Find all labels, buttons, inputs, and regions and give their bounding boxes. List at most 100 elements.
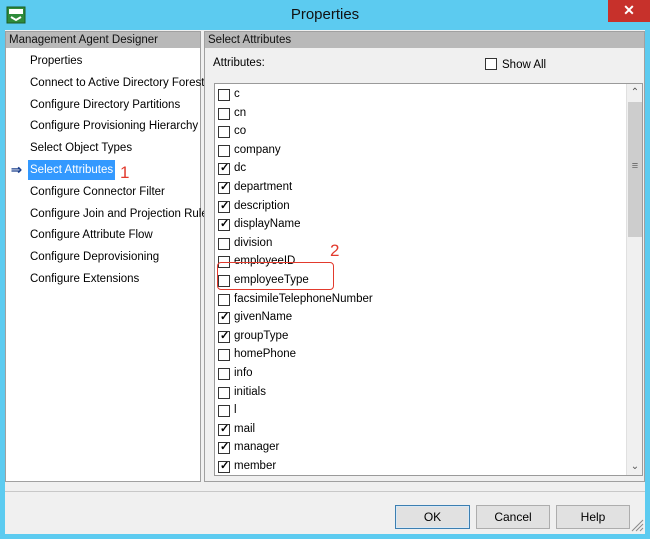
nav-item[interactable]: Configure Extensions: [6, 269, 200, 289]
nav-item-label: Configure Extensions: [30, 273, 140, 285]
ok-button[interactable]: OK: [395, 505, 470, 529]
attribute-name: info: [234, 367, 253, 379]
attribute-name: member: [234, 460, 277, 472]
current-step-arrow-icon: ⇒: [11, 162, 22, 177]
show-all-check-box[interactable]: ✓: [485, 58, 497, 70]
resize-grip-icon[interactable]: [630, 518, 644, 532]
nav-item[interactable]: Select Object Types: [6, 138, 200, 158]
nav-item-label: Select Attributes: [28, 160, 116, 180]
attribute-checkbox[interactable]: ✓: [218, 144, 230, 157]
nav-item[interactable]: Connect to Active Directory Forest: [6, 73, 204, 93]
attribute-checkbox[interactable]: ✓: [218, 349, 230, 362]
attributes-list[interactable]: ✓c✓cn✓co✓company✓dc✓department✓descripti…: [214, 83, 643, 476]
attribute-row[interactable]: ✓ groupType: [215, 328, 625, 347]
attribute-row[interactable]: ✓ description: [215, 198, 625, 217]
cancel-button[interactable]: Cancel: [476, 505, 550, 529]
scroll-down-icon[interactable]: ⌄: [627, 458, 642, 475]
attribute-row[interactable]: ✓c: [215, 86, 625, 105]
attribute-name: description: [234, 199, 290, 212]
attribute-checkbox[interactable]: ✓: [218, 293, 230, 306]
attribute-checkbox[interactable]: ✓: [218, 200, 230, 213]
window-title: Properties: [290, 6, 360, 23]
select-attributes-panel: Select Attributes Attributes: ✓ Show All…: [204, 31, 645, 482]
nav-item-label: Connect to Active Directory Forest: [30, 76, 205, 89]
attribute-row[interactable]: ✓ company: [215, 142, 625, 161]
attribute-row[interactable]: ✓ member: [215, 458, 625, 475]
attribute-row[interactable]: ✓ dc: [215, 160, 625, 179]
attribute-name: co: [234, 125, 247, 138]
attribute-row[interactable]: ✓ givenName: [215, 309, 625, 328]
attribute-name: department: [234, 181, 293, 193]
navigation-header: Management Agent Designer: [6, 32, 200, 48]
attribute-checkbox[interactable]: ✓: [218, 107, 230, 120]
nav-item[interactable]: ⇒ Select Attributes: [6, 160, 200, 180]
attribute-row[interactable]: ✓ initials: [215, 384, 625, 403]
select-attributes-header: Select Attributes: [205, 32, 644, 48]
attribute-checkbox[interactable]: ✓: [218, 441, 230, 455]
title-bar[interactable]: Properties ✕: [0, 0, 650, 30]
attribute-checkbox[interactable]: ✓: [218, 181, 230, 194]
nav-item-label: Configure Directory Partitions: [30, 98, 181, 111]
callout-1: 1: [120, 163, 130, 182]
window-frame-right: [645, 30, 650, 539]
attribute-name: cn: [234, 106, 247, 119]
attribute-checkbox[interactable]: ✓: [218, 126, 230, 139]
attribute-row[interactable]: ✓ displayName: [215, 216, 625, 235]
nav-item[interactable]: Configure Attribute Flow: [6, 225, 200, 245]
nav-item[interactable]: Properties: [6, 51, 200, 71]
nav-item[interactable]: Configure Provisioning Hierarchy: [6, 116, 200, 136]
attribute-checkbox[interactable]: ✓: [218, 405, 230, 418]
attribute-row[interactable]: ✓ facsimileTelephoneNumber: [215, 291, 625, 310]
attribute-checkbox[interactable]: ✓: [218, 423, 230, 436]
attribute-checkbox[interactable]: ✓: [218, 330, 230, 343]
attribute-row[interactable]: ✓ co: [215, 123, 625, 142]
attribute-row[interactable]: ✓ homePhone: [215, 346, 625, 365]
attribute-checkbox[interactable]: ✓: [218, 162, 230, 176]
attribute-checkbox[interactable]: ✓: [218, 460, 230, 473]
nav-item-label: Configure Provisioning Hierarchy: [30, 120, 199, 133]
attribute-checkbox[interactable]: ✓: [218, 368, 230, 380]
nav-item[interactable]: Configure Directory Partitions: [6, 95, 200, 115]
attribute-name: initials: [234, 385, 266, 398]
attribute-row[interactable]: ✓ mail: [215, 421, 625, 440]
nav-item-label: Configure Attribute Flow: [30, 229, 153, 242]
attribute-row[interactable]: ✓ manager: [215, 439, 625, 458]
attribute-checkbox[interactable]: ✓: [218, 386, 230, 399]
attribute-name: givenName: [234, 311, 293, 324]
attribute-name: groupType: [234, 329, 289, 342]
attribute-row[interactable]: ✓ division: [215, 235, 625, 254]
nav-item[interactable]: Configure Deprovisioning: [6, 247, 200, 267]
scroll-thumb[interactable]: ≡: [628, 102, 642, 237]
attribute-name: manager: [234, 441, 280, 454]
attribute-name: homePhone: [234, 348, 297, 361]
attribute-row[interactable]: ✓ department: [215, 179, 625, 198]
attribute-name: company: [234, 143, 281, 156]
attributes-scrollbar[interactable]: ⌃ ≡ ⌄: [626, 84, 642, 475]
window-frame-bottom: [0, 534, 650, 539]
attributes-label: Attributes:: [213, 57, 265, 69]
attribute-name: facsimileTelephoneNumber: [234, 292, 373, 305]
attribute-checkbox[interactable]: ✓: [218, 237, 230, 250]
employee-type-highlight: [217, 262, 334, 290]
attribute-name: displayName: [234, 218, 301, 231]
nav-item-label: Configure Connector Filter: [30, 185, 165, 198]
attribute-name: dc: [234, 162, 247, 175]
nav-item-label: Properties: [30, 55, 83, 67]
attribute-checkbox[interactable]: ✓: [218, 89, 230, 101]
callout-2: 2: [330, 241, 340, 260]
help-button[interactable]: Help: [556, 505, 630, 529]
attribute-row[interactable]: ✓l: [215, 402, 625, 421]
nav-item[interactable]: Configure Connector Filter: [6, 182, 200, 202]
nav-item-label: Configure Deprovisioning: [30, 251, 160, 264]
nav-item[interactable]: Configure Join and Projection Rules: [6, 204, 213, 224]
attribute-checkbox[interactable]: ✓: [218, 218, 230, 232]
scroll-up-icon[interactable]: ⌃: [627, 84, 642, 101]
attribute-row[interactable]: ✓ info: [215, 365, 625, 384]
attribute-name: l: [234, 404, 237, 417]
nav-item-label: Select Object Types: [30, 142, 133, 155]
attribute-checkbox[interactable]: ✓: [218, 311, 230, 325]
attribute-name: mail: [234, 422, 256, 435]
close-button[interactable]: ✕: [608, 0, 650, 22]
navigation-panel: Management Agent Designer Properties Conn…: [5, 31, 213, 482]
attribute-row[interactable]: ✓ cn: [215, 105, 625, 124]
